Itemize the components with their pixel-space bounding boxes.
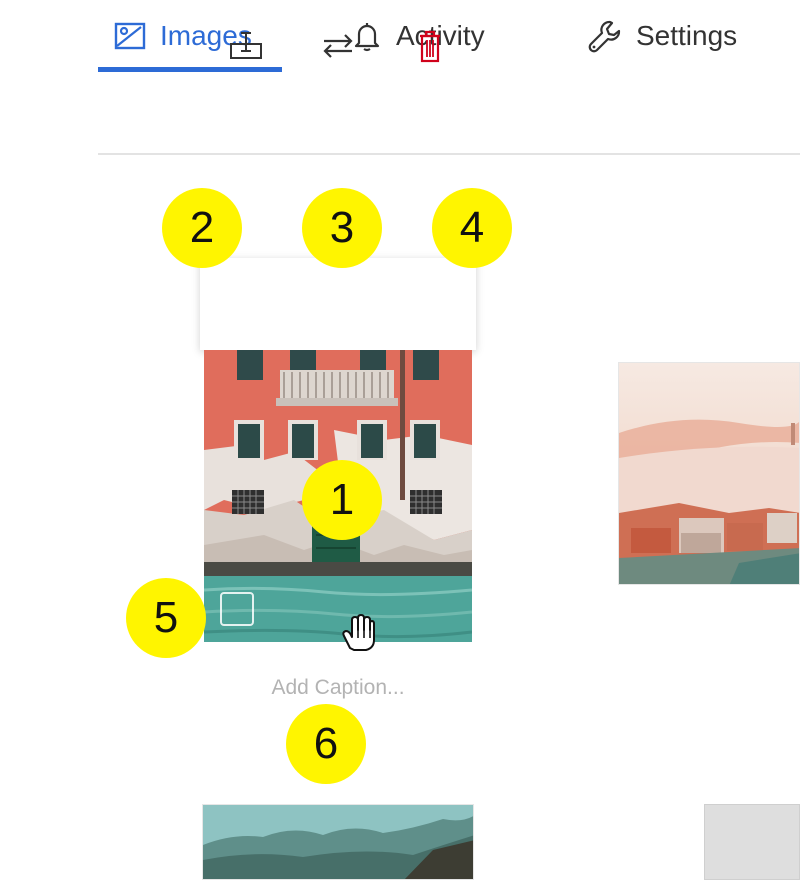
trash-icon bbox=[420, 30, 440, 63]
tab-bar: Images Activity Settings bbox=[0, 0, 800, 76]
marker-5: 5 bbox=[126, 578, 206, 658]
delete-image-button[interactable] bbox=[406, 24, 454, 68]
replace-image-button[interactable] bbox=[314, 24, 362, 68]
caption-icon bbox=[230, 32, 262, 59]
marker-3: 3 bbox=[302, 188, 382, 268]
tab-settings-label: Settings bbox=[636, 20, 738, 51]
mountain-photo[interactable] bbox=[202, 804, 474, 880]
image-toolbar bbox=[200, 258, 476, 350]
hand-cursor-icon bbox=[342, 614, 375, 651]
tab-settings[interactable]: Settings bbox=[588, 0, 737, 72]
wrench-icon bbox=[588, 20, 621, 53]
aerial-city-photo[interactable] bbox=[618, 362, 800, 585]
divider bbox=[98, 153, 800, 155]
marker-2: 2 bbox=[162, 188, 242, 268]
marker-4: 4 bbox=[432, 188, 512, 268]
edit-caption-button[interactable] bbox=[222, 24, 270, 68]
caption-input[interactable]: Add Caption... bbox=[204, 676, 472, 700]
image-icon bbox=[114, 22, 146, 50]
image-placeholder[interactable] bbox=[704, 804, 800, 880]
replace-icon bbox=[323, 34, 353, 58]
select-checkbox[interactable] bbox=[220, 592, 254, 626]
marker-1: 1 bbox=[302, 460, 382, 540]
marker-6: 6 bbox=[286, 704, 366, 784]
